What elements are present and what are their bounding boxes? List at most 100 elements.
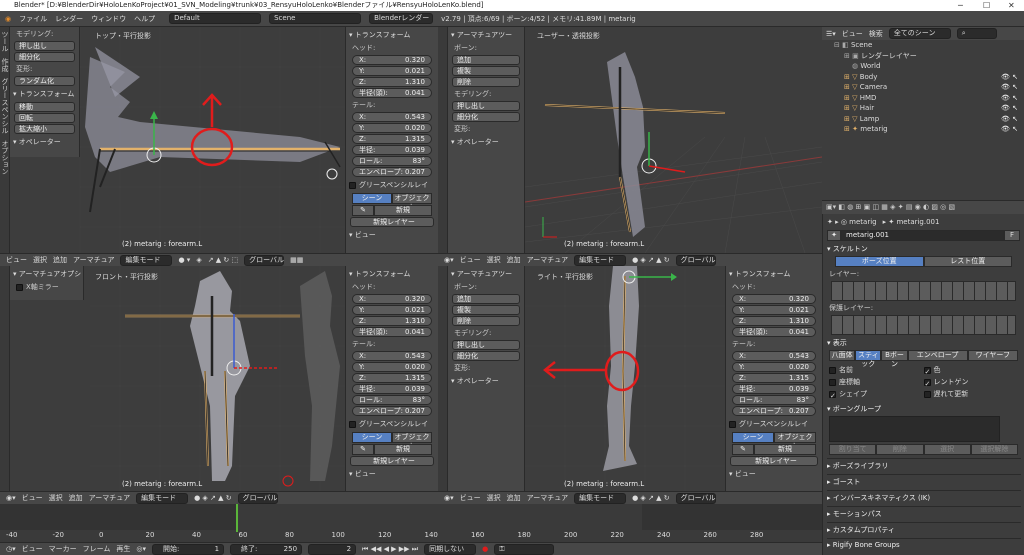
bone-layers-grid[interactable]: [831, 281, 1016, 301]
protected-layers-grid[interactable]: [831, 315, 1016, 335]
menu-add[interactable]: 追加: [69, 493, 83, 503]
assign-button[interactable]: 割り当て: [829, 444, 877, 455]
delay-option[interactable]: 遅れて更新: [923, 389, 1019, 399]
tail-y-field[interactable]: Y: 0.020: [352, 362, 432, 372]
gp-scene-button[interactable]: シーン: [352, 193, 392, 204]
shape-option[interactable]: ✓ シェイプ: [829, 389, 924, 400]
display-mode-selector[interactable]: 全てのシーン: [888, 28, 951, 39]
tree-item-lamp[interactable]: ⊞ ▽ Lamp 👁 ↖: [822, 114, 1024, 125]
keying-set-field[interactable]: ⚿: [494, 543, 555, 555]
tail-y-field[interactable]: Y: 0.020: [732, 362, 816, 372]
gp-scene-button[interactable]: シーン: [352, 432, 392, 443]
gp-scene-button[interactable]: シーン: [732, 432, 774, 443]
transform-section[interactable]: ▾ トランスフォーム: [349, 30, 435, 40]
visibility-icon[interactable]: 👁 ↖: [1001, 103, 1018, 113]
xray-checkbox[interactable]: ✓: [923, 378, 931, 388]
view-section[interactable]: ▾ ビュー: [349, 469, 435, 479]
subdivide-button[interactable]: 細分化: [14, 52, 75, 62]
stick-button[interactable]: スティック: [855, 350, 882, 368]
pose-library-panel[interactable]: ▸ ポーズライブラリ: [827, 458, 1021, 471]
orientation-selector[interactable]: グローバル: [675, 254, 716, 266]
properties-context-tabs[interactable]: ▣▾ ◧ ◍ ⊞ ▣ ◫ ▦ ◈ ✦ ▤ ◉ ◐ ▨ ◎ ▧: [822, 200, 1024, 214]
axes-checkbox[interactable]: [829, 378, 836, 386]
armature-name-field[interactable]: metarig.001: [841, 230, 1004, 241]
view-section[interactable]: ▾ ビュー: [729, 469, 819, 479]
menu-armature[interactable]: アーマチュア: [89, 493, 130, 503]
editor-type-icon[interactable]: ◉▾: [6, 494, 16, 502]
layers-icon[interactable]: ▦▦: [290, 256, 303, 264]
ik-panel[interactable]: ▸ インバースキネマティクス (IK): [827, 490, 1021, 503]
menu-frame[interactable]: フレーム: [83, 544, 111, 554]
colors-checkbox[interactable]: ✓: [923, 366, 931, 376]
viewport-user[interactable]: [525, 27, 822, 253]
head-z-field[interactable]: Z: 1.310: [352, 316, 432, 326]
gp-new-button[interactable]: 新規: [754, 444, 816, 455]
grease-pencil-section[interactable]: グリースペンシルレイ: [349, 419, 435, 429]
envelope-button[interactable]: エンベロープ: [907, 350, 968, 361]
preview-range-icon[interactable]: ◎▾: [136, 545, 146, 553]
head-x-field[interactable]: X: 0.320: [352, 294, 432, 304]
manipulator-icon[interactable]: ● ◈ ↗ ▲ ↻: [632, 256, 670, 264]
visibility-icon[interactable]: 👁 ↖: [1001, 124, 1018, 134]
pose-position-button[interactable]: ポーズ位置: [835, 256, 924, 267]
viewport-right[interactable]: [525, 266, 725, 491]
editor-type-icon[interactable]: ◷▾: [6, 545, 16, 553]
scale-button[interactable]: 拡大縮小: [14, 124, 75, 134]
visibility-icon[interactable]: 👁 ↖: [1001, 82, 1018, 92]
x-mirror-row[interactable]: X軸ミラー: [16, 282, 77, 292]
ghost-panel[interactable]: ▸ ゴースト: [827, 474, 1021, 487]
menu-view[interactable]: ビュー: [460, 255, 481, 265]
xray-option[interactable]: ✓ レントゲン: [923, 377, 1019, 388]
tab-tools[interactable]: ツール: [0, 31, 10, 52]
visibility-icon[interactable]: 👁 ↖: [1001, 93, 1018, 103]
head-z-field[interactable]: Z: 1.310: [352, 77, 432, 87]
names-option[interactable]: 名前: [829, 365, 924, 375]
menu-select[interactable]: 選択: [487, 255, 501, 265]
head-x-field[interactable]: X: 0.320: [732, 294, 816, 304]
duplicate-button[interactable]: 複製: [452, 66, 520, 76]
mode-selector[interactable]: 編集モード: [120, 254, 173, 266]
deselect-button[interactable]: 選択解除: [970, 444, 1018, 455]
add-bone-button[interactable]: 追加: [452, 55, 520, 65]
menu-armature[interactable]: アーマチュア: [527, 255, 568, 265]
menu-add[interactable]: 追加: [53, 255, 67, 265]
fake-user-button[interactable]: F: [1004, 230, 1020, 241]
editor-type-icon[interactable]: ☰▾: [826, 30, 836, 38]
tail-x-field[interactable]: X: 0.543: [352, 112, 432, 122]
delete-button[interactable]: 削除: [452, 77, 520, 87]
manipulator-icon[interactable]: ● ◈ ↗ ▲ ↻: [632, 494, 670, 502]
envelope-field[interactable]: エンベロープ: 0.207: [732, 406, 816, 416]
armature-tools-section[interactable]: ▾ アーマチュアツー: [451, 269, 521, 279]
start-frame-field[interactable]: 開始: 1: [152, 543, 225, 555]
render-engine-selector[interactable]: Blenderレンダー: [369, 13, 434, 24]
minimize-button[interactable]: ─: [958, 0, 963, 11]
gp-checkbox[interactable]: [729, 420, 736, 428]
tail-y-field[interactable]: Y: 0.020: [352, 123, 432, 133]
transform-section[interactable]: ▾ トランスフォーム: [13, 89, 76, 99]
grease-pencil-section[interactable]: グリースペンシルレイ: [729, 419, 819, 429]
pivot-icon[interactable]: ◈: [196, 256, 201, 264]
gp-object-button[interactable]: オブジェクト: [392, 432, 432, 450]
menu-view[interactable]: ビュー: [22, 544, 43, 554]
menu-render[interactable]: レンダー: [55, 14, 83, 24]
tab-create[interactable]: 作成: [0, 58, 10, 72]
close-button[interactable]: ✕: [1008, 0, 1015, 11]
menu-marker[interactable]: マーカー: [49, 544, 77, 554]
rest-position-button[interactable]: レスト位置: [923, 256, 1012, 267]
add-bone-button[interactable]: 追加: [452, 294, 520, 304]
head-y-field[interactable]: Y: 0.021: [732, 305, 816, 315]
operator-section[interactable]: ▾ オペレーター: [451, 137, 521, 147]
orientation-selector[interactable]: グローバル: [675, 492, 716, 504]
orientation-selector[interactable]: グローバル: [237, 492, 278, 504]
head-radius-field[interactable]: 半径(頭): 0.041: [732, 327, 816, 337]
roll-field[interactable]: ロール: 83°: [352, 156, 432, 166]
colors-option[interactable]: ✓ 色: [923, 365, 1019, 376]
operator-section[interactable]: ▾ オペレーター: [451, 376, 521, 386]
pencil-icon[interactable]: ✎: [352, 444, 374, 455]
menu-armature[interactable]: アーマチュア: [73, 255, 114, 265]
gp-object-button[interactable]: オブジェクト: [774, 432, 816, 450]
subdivide-button[interactable]: 細分化: [452, 112, 520, 122]
head-x-field[interactable]: X: 0.320: [352, 55, 432, 65]
tail-radius-field[interactable]: 半径: 0.039: [352, 384, 432, 394]
armature-tools-section[interactable]: ▾ アーマチュアツー: [451, 30, 521, 40]
